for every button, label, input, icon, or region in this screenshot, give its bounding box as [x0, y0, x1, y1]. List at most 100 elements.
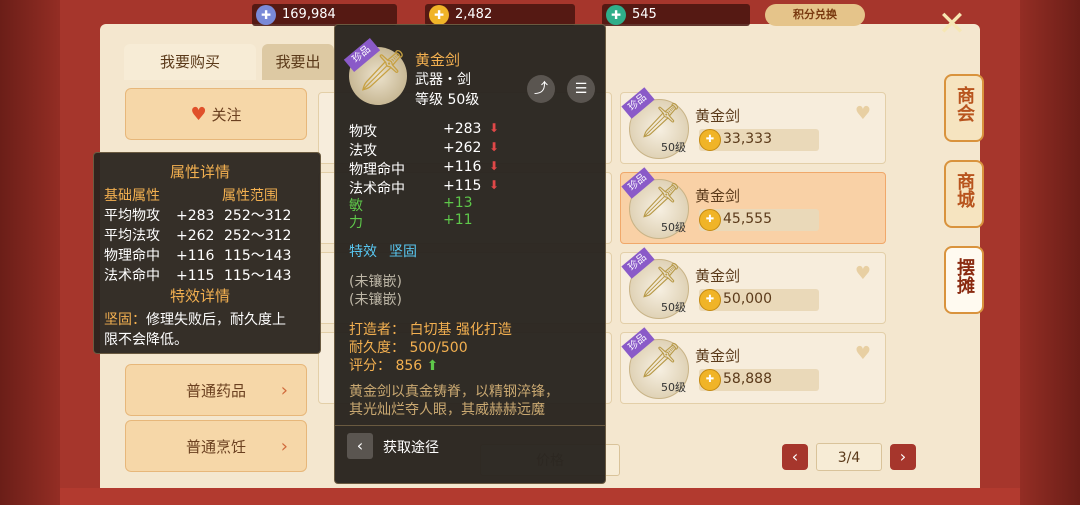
- category-label: 普通烹饪: [185, 438, 246, 456]
- stat-name: 法攻: [349, 143, 377, 159]
- score-value: 评分： 856: [349, 358, 423, 374]
- tab-stall[interactable]: 摆摊: [944, 246, 984, 314]
- stat-value: +115: [443, 178, 482, 194]
- item-name: 黄金剑: [695, 187, 741, 205]
- item-card[interactable]: 🗡 珍品 50级 黄金剑 ✚ 58,888 ♥: [620, 327, 886, 404]
- effect-label: 特效: [349, 244, 377, 260]
- item-name: 黄金剑: [695, 347, 741, 365]
- chevron-left-icon[interactable]: ‹: [347, 433, 373, 459]
- tab-sell-label: 我要出: [275, 53, 321, 71]
- jade-amount: 545: [632, 7, 657, 22]
- bonus-value: +11: [443, 212, 473, 228]
- attr-row: 平均法攻 +262 252～312: [104, 225, 291, 245]
- item-card[interactable]: 🗡 珍品 50级 黄金剑 ✚ 33,333 ♥: [620, 87, 886, 164]
- tab-mall[interactable]: 商城: [944, 160, 984, 228]
- effect-desc: 坚固：修理失败后，耐久度上: [104, 309, 286, 329]
- item-level: 等级 50级: [415, 92, 480, 108]
- effect-name: 坚固：: [104, 312, 146, 328]
- heart-icon: ♥: [190, 104, 207, 125]
- effect-value: 坚固: [389, 244, 417, 260]
- attribute-detail-panel: 属性详情 基础属性 属性范围 平均物攻 +283 252～312 平均法攻 +262 2…: [93, 152, 321, 354]
- maker-line: 打造者： 白切基 强化打造: [349, 322, 512, 338]
- category-medicine[interactable]: 普通药品 ›: [125, 364, 307, 416]
- silver-amount: 169,984: [282, 7, 336, 22]
- stat-name: 物理命中: [349, 162, 405, 178]
- attr-value: +116: [176, 248, 215, 264]
- exchange-label: 积分兑换: [793, 8, 837, 21]
- points-exchange-button[interactable]: 积分兑换: [765, 4, 865, 26]
- arrow-down-icon: ⬇: [489, 140, 500, 154]
- tab-guild-label: 商会: [954, 86, 975, 122]
- attr-value: +115: [176, 268, 215, 284]
- silver-currency[interactable]: ✚ 169,984: [252, 4, 397, 26]
- attr-row: 法术命中 +115 115～143: [104, 265, 291, 285]
- jade-currency[interactable]: ✚ 545: [602, 4, 750, 26]
- next-page-button[interactable]: ›: [890, 444, 916, 470]
- socket-slot: (未镶嵌): [349, 274, 402, 290]
- item-level: 50级: [661, 141, 686, 154]
- item-description: 黄金剑以真金铸脊，以精钢淬锋， 其光灿烂夺人眼，其威赫赫远魔: [349, 383, 593, 419]
- item-card[interactable]: 🗡 珍品 50级 黄金剑 ✚ 50,000 ♥: [620, 247, 886, 324]
- tab-sell[interactable]: 我要出: [262, 44, 334, 80]
- desc-line2: 其光灿烂夺人眼，其威赫赫远魔: [349, 402, 545, 418]
- right-decoration: [1010, 0, 1080, 505]
- stat-row: 物攻 +283 ⬇: [349, 121, 499, 141]
- category-cooking[interactable]: 普通烹饪 ›: [125, 420, 307, 472]
- arrow-up-icon: ⬆: [426, 358, 439, 374]
- item-card[interactable]: 🗡 珍品 50级 黄金剑 ✚ 45,555: [620, 167, 886, 244]
- attr-name: 平均物攻: [104, 208, 160, 224]
- desc-line1: 黄金剑以真金铸脊，以精钢淬锋，: [349, 384, 559, 400]
- attr-range: 252～312: [224, 208, 292, 224]
- bottom-border: [60, 488, 1020, 505]
- get-source-link[interactable]: 获取途径: [383, 437, 439, 457]
- stat-value: +262: [443, 140, 482, 156]
- tab-stall-label: 摆摊: [954, 258, 975, 294]
- effect-desc-line2: 限不会降低。: [104, 332, 188, 348]
- gold-coin-icon: ✚: [699, 369, 721, 391]
- close-icon[interactable]: ✕: [932, 4, 972, 44]
- bonus-row: 力 +11: [349, 212, 473, 232]
- favorite-heart-icon[interactable]: ♥: [855, 343, 871, 364]
- attr-title: 属性详情: [170, 163, 231, 181]
- gold-currency[interactable]: ✚ 2,482: [425, 4, 575, 26]
- item-level: 50级: [661, 381, 686, 394]
- attr-range: 115～143: [224, 268, 292, 284]
- tab-buy[interactable]: 我要购买: [124, 44, 256, 80]
- effect-title: 特效详情: [170, 287, 231, 305]
- gold-coin-icon: ✚: [699, 289, 721, 311]
- gold-coin-icon: ✚: [429, 5, 449, 25]
- divider: [335, 425, 605, 426]
- effect-desc-line1: 修理失败后，耐久度上: [146, 312, 286, 328]
- attr-value: +262: [176, 228, 215, 244]
- item-price: 58,888: [723, 371, 772, 387]
- stat-row: 法攻 +262 ⬇: [349, 140, 499, 160]
- attr-name: 平均法攻: [104, 228, 160, 244]
- socket-slot: (未镶嵌): [349, 292, 402, 308]
- item-level: 50级: [661, 221, 686, 234]
- gold-amount: 2,482: [455, 7, 493, 22]
- tab-guild[interactable]: 商会: [944, 74, 984, 142]
- favorite-heart-icon[interactable]: ♥: [855, 103, 871, 124]
- attr-name: 法术命中: [104, 268, 160, 284]
- share-icon[interactable]: ⤴: [527, 75, 555, 103]
- stat-row: 物理命中 +116 ⬇: [349, 159, 499, 179]
- jade-icon: ✚: [606, 5, 626, 25]
- item-price: 45,555: [723, 211, 772, 227]
- effect-desc-row2: 限不会降低。: [104, 329, 188, 349]
- item-name: 黄金剑: [695, 267, 741, 285]
- tab-buy-label: 我要购买: [159, 53, 220, 71]
- prev-page-button[interactable]: ‹: [782, 444, 808, 470]
- tab-mall-label: 商城: [954, 172, 975, 208]
- category-label: 关注: [211, 106, 242, 124]
- item-level: 50级: [661, 301, 686, 314]
- menu-icon[interactable]: ☰: [567, 75, 595, 103]
- chevron-right-icon: ›: [280, 436, 288, 457]
- category-favorites[interactable]: ♥ 关注: [125, 88, 307, 140]
- silver-coin-icon: ✚: [256, 5, 276, 25]
- attr-col-base: 基础属性: [104, 188, 160, 204]
- favorite-heart-icon[interactable]: ♥: [855, 263, 871, 284]
- item-price: 50,000: [723, 291, 772, 307]
- item-price: 33,333: [723, 131, 772, 147]
- item-name: 黄金剑: [695, 107, 741, 125]
- category-label: 普通药品: [185, 382, 246, 400]
